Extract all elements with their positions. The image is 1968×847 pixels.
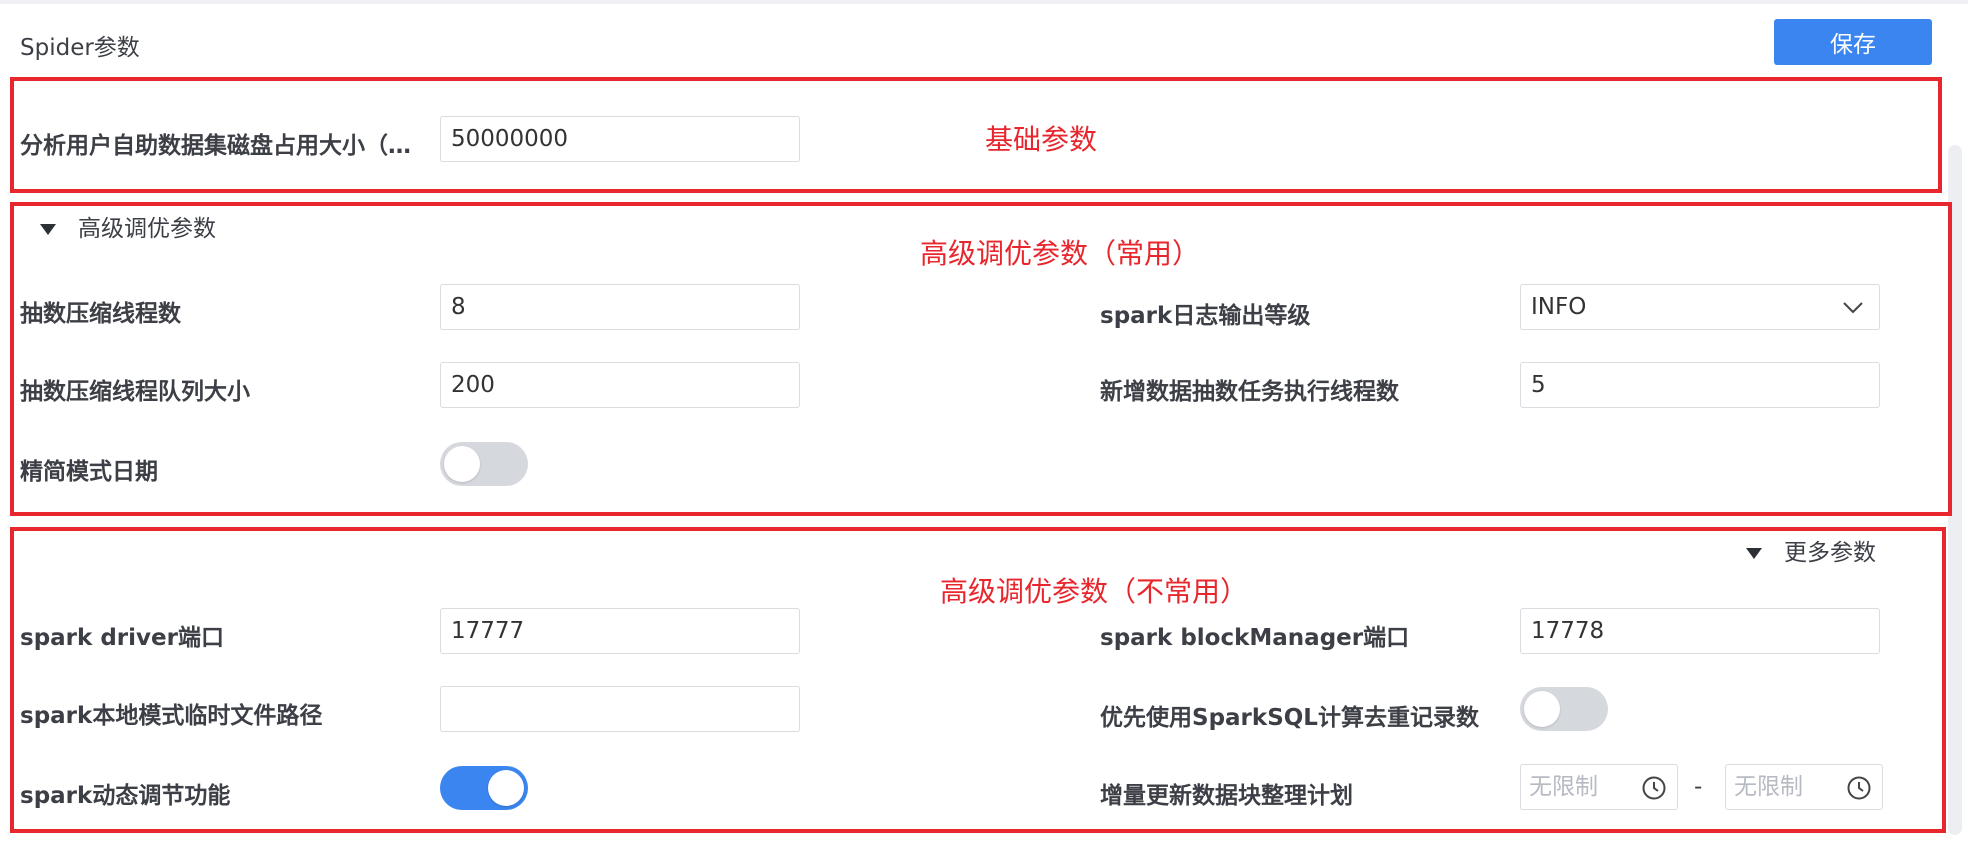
toggle-knob bbox=[1524, 691, 1560, 727]
simple-mode-toggle[interactable] bbox=[440, 442, 528, 486]
driver-port-label: spark driver端口 bbox=[20, 625, 224, 651]
compress-queue-label: 抽数压缩线程队列大小 bbox=[20, 379, 250, 405]
toggle-knob bbox=[488, 770, 524, 806]
clock-icon bbox=[1642, 776, 1666, 800]
spark-log-level-value: INFO bbox=[1531, 294, 1587, 320]
local-tmp-path-label: spark本地模式临时文件路径 bbox=[20, 703, 323, 729]
more-params-label: 更多参数 bbox=[1784, 540, 1876, 566]
block-manager-port-input[interactable] bbox=[1520, 608, 1880, 654]
compress-queue-input[interactable] bbox=[440, 362, 800, 408]
spark-dynamic-toggle[interactable] bbox=[440, 766, 528, 810]
toggle-knob bbox=[444, 446, 480, 482]
plan-end-placeholder: 无限制 bbox=[1734, 774, 1803, 800]
spark-dynamic-label: spark动态调节功能 bbox=[20, 783, 231, 809]
triangle-down-icon bbox=[1746, 548, 1762, 559]
advanced-section-toggle[interactable]: 高级调优参数 bbox=[40, 209, 216, 243]
chevron-down-icon bbox=[1843, 302, 1863, 314]
annotation-label-advanced-common: 高级调优参数（常用） bbox=[920, 237, 1201, 270]
spark-log-level-label: spark日志输出等级 bbox=[1100, 303, 1311, 329]
panel-title: Spider参数 bbox=[20, 35, 140, 61]
plan-start-placeholder: 无限制 bbox=[1529, 774, 1598, 800]
spark-log-level-select[interactable]: INFO bbox=[1520, 284, 1880, 330]
save-button[interactable]: 保存 bbox=[1774, 19, 1932, 65]
clock-icon bbox=[1847, 776, 1871, 800]
new-task-threads-input[interactable] bbox=[1520, 362, 1880, 408]
disk-size-input[interactable] bbox=[440, 116, 800, 162]
top-edge bbox=[0, 0, 1968, 4]
plan-end-time-input[interactable]: 无限制 bbox=[1725, 764, 1883, 810]
new-task-threads-label: 新增数据抽数任务执行线程数 bbox=[1100, 379, 1399, 405]
annotation-label-basic: 基础参数 bbox=[985, 123, 1098, 156]
annotation-label-advanced-uncommon: 高级调优参数（不常用） bbox=[940, 575, 1249, 608]
more-params-toggle[interactable]: 更多参数 bbox=[1746, 533, 1876, 567]
driver-port-input[interactable] bbox=[440, 608, 800, 654]
advanced-section-label: 高级调优参数 bbox=[78, 216, 216, 242]
time-range-separator: - bbox=[1694, 774, 1703, 800]
plan-start-time-input[interactable]: 无限制 bbox=[1520, 764, 1678, 810]
simple-mode-label: 精简模式日期 bbox=[20, 459, 158, 485]
triangle-down-icon bbox=[40, 224, 56, 235]
block-manager-port-label: spark blockManager端口 bbox=[1100, 625, 1410, 651]
compress-threads-input[interactable] bbox=[440, 284, 800, 330]
incremental-plan-label: 增量更新数据块整理计划 bbox=[1100, 783, 1353, 809]
sparksql-dedup-toggle[interactable] bbox=[1520, 687, 1608, 731]
local-tmp-path-input[interactable] bbox=[440, 686, 800, 732]
compress-threads-label: 抽数压缩线程数 bbox=[20, 301, 181, 327]
disk-size-label: 分析用户自助数据集磁盘占用大小（… bbox=[20, 133, 411, 159]
sparksql-dedup-label: 优先使用SparkSQL计算去重记录数 bbox=[1100, 705, 1479, 731]
